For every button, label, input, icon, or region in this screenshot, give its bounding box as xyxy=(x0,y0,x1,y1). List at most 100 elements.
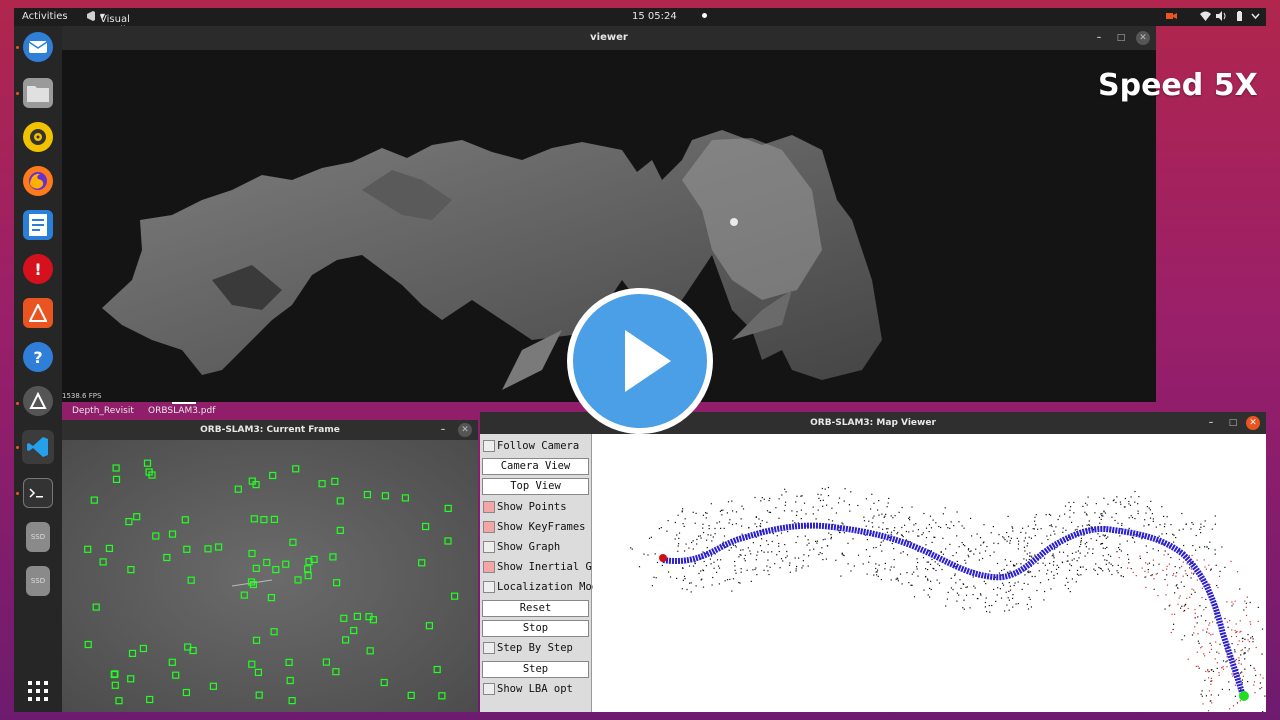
maximize-icon[interactable]: □ xyxy=(1226,416,1240,430)
show-lba-opt-checkbox[interactable]: Show LBA opt xyxy=(482,681,590,697)
minimize-icon[interactable]: – xyxy=(1092,31,1106,45)
top-view-button[interactable]: Top View xyxy=(482,478,589,495)
map-point xyxy=(1006,532,1008,534)
terminal-icon[interactable] xyxy=(23,478,53,508)
wifi-icon[interactable] xyxy=(1200,11,1211,21)
map-point xyxy=(989,555,991,557)
show-keyframes-box[interactable] xyxy=(483,521,495,533)
map-point xyxy=(1173,541,1175,543)
map-point xyxy=(1094,512,1096,514)
maximize-icon[interactable]: □ xyxy=(1114,31,1128,45)
vscode-icon[interactable] xyxy=(22,430,54,464)
map-point xyxy=(822,499,824,501)
step-by-step-box[interactable] xyxy=(483,642,495,654)
step-button[interactable]: Step xyxy=(482,661,589,678)
map-point xyxy=(1204,546,1206,548)
rhythmbox-icon[interactable] xyxy=(23,122,53,152)
show-graph-box[interactable] xyxy=(483,541,495,553)
map-point xyxy=(1153,588,1155,590)
app-grid-icon[interactable] xyxy=(23,676,53,706)
show-graph-checkbox[interactable]: Show Graph xyxy=(482,539,590,555)
map-point xyxy=(1204,566,1206,568)
map-point xyxy=(1211,680,1213,682)
map-point xyxy=(831,520,834,522)
firefox-icon[interactable] xyxy=(23,166,53,196)
clock[interactable]: 15 05:24 xyxy=(632,11,677,22)
map-canvas[interactable] xyxy=(593,434,1266,712)
step-by-step-checkbox[interactable]: Step By Step xyxy=(482,640,590,656)
map-point xyxy=(1032,528,1034,530)
close-icon[interactable]: ✕ xyxy=(1136,31,1150,45)
system-menu-icon[interactable] xyxy=(1250,11,1261,21)
play-button[interactable] xyxy=(567,288,713,434)
minimize-icon[interactable]: – xyxy=(436,423,450,437)
map-point xyxy=(960,587,962,589)
ssd-icon[interactable]: SSD xyxy=(26,566,50,596)
show-keyframes-checkbox[interactable]: Show KeyFrames xyxy=(482,519,590,535)
play-button-inner[interactable] xyxy=(573,294,707,428)
tab-depth-revisit[interactable]: Depth_Revisit xyxy=(72,406,134,416)
map-point xyxy=(759,525,761,527)
reset-button[interactable]: Reset xyxy=(482,600,589,617)
app-menu[interactable]: Visual Studio Code ▾ xyxy=(100,11,132,47)
map-point xyxy=(1180,607,1182,609)
close-icon[interactable]: ✕ xyxy=(458,423,472,437)
writer-icon[interactable] xyxy=(23,210,53,240)
map-point xyxy=(1259,674,1261,676)
tab-orbslam3-pdf[interactable]: ORBSLAM3.pdf xyxy=(148,406,215,416)
show-points-box[interactable] xyxy=(483,501,495,513)
files-icon[interactable] xyxy=(23,78,53,108)
show-lba-opt-box[interactable] xyxy=(483,683,495,695)
show-inertial-graph-box[interactable] xyxy=(483,561,495,573)
activities-button[interactable]: Activities xyxy=(22,11,68,22)
alert-icon[interactable]: ! xyxy=(23,254,53,284)
update-icon[interactable] xyxy=(23,386,53,416)
camera-view-button[interactable]: Camera View xyxy=(482,458,589,475)
map-point xyxy=(1088,548,1090,550)
viewer-titlebar[interactable]: viewer – □ ✕ xyxy=(62,26,1156,50)
map-point xyxy=(1080,574,1082,576)
localization-mode-checkbox[interactable]: Localization Mode xyxy=(482,579,604,595)
follow-camera-box[interactable] xyxy=(483,440,495,452)
map-point xyxy=(1112,500,1114,502)
map-point xyxy=(998,572,1001,574)
software-icon[interactable] xyxy=(23,298,53,328)
current-frame-window[interactable]: ORB-SLAM3: Current Frame – ✕ xyxy=(62,420,478,712)
battery-icon[interactable] xyxy=(1234,11,1245,21)
map-point xyxy=(985,597,987,599)
follow-camera-checkbox[interactable]: Follow Camera xyxy=(482,438,590,454)
camera-icon[interactable] xyxy=(1166,11,1177,21)
map-point xyxy=(1216,662,1218,664)
map-point xyxy=(1084,555,1086,557)
map-point xyxy=(681,510,683,512)
map-point xyxy=(1255,674,1257,677)
map-point xyxy=(1238,662,1240,664)
map-point xyxy=(869,555,871,557)
map-point xyxy=(928,531,930,533)
thunderbird-icon[interactable] xyxy=(23,32,53,62)
minimize-icon[interactable]: – xyxy=(1204,416,1218,430)
map-point xyxy=(1240,663,1242,665)
map-point xyxy=(1155,573,1157,575)
map-point xyxy=(1095,563,1097,565)
map-point xyxy=(965,594,968,596)
current-frame-image[interactable] xyxy=(62,440,478,712)
close-icon[interactable]: ✕ xyxy=(1246,416,1260,430)
map-viewer-window[interactable]: ORB-SLAM3: Map Viewer – □ ✕ Follow Camer… xyxy=(480,412,1266,712)
map-point xyxy=(722,509,724,511)
map-point xyxy=(816,542,818,544)
show-points-checkbox[interactable]: Show Points xyxy=(482,499,590,515)
show-inertial-graph-checkbox[interactable]: Show Inertial Graph xyxy=(482,559,617,575)
map-point xyxy=(1232,675,1234,677)
stop-button[interactable]: Stop xyxy=(482,620,589,637)
map-point xyxy=(1173,623,1175,625)
help-icon[interactable]: ? xyxy=(23,342,53,372)
map-point xyxy=(763,551,765,553)
map-point xyxy=(1034,516,1036,518)
map-point xyxy=(1148,507,1150,509)
ssd-icon[interactable]: SSD xyxy=(26,522,50,552)
localization-mode-box[interactable] xyxy=(483,581,495,593)
volume-icon[interactable] xyxy=(1216,11,1227,21)
current-frame-titlebar[interactable]: ORB-SLAM3: Current Frame – ✕ xyxy=(62,420,478,440)
map-point xyxy=(1047,539,1049,541)
